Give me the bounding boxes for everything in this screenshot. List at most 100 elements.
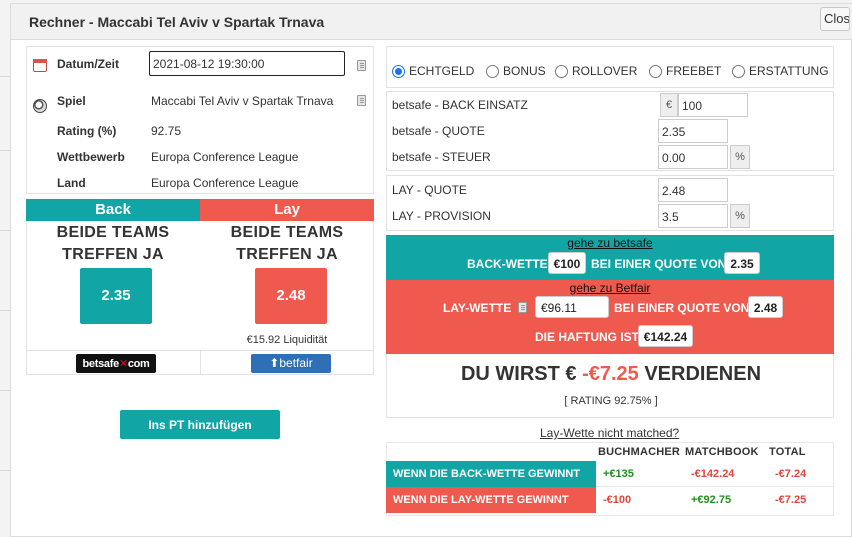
col-header-exchange: MATCHBOOK [685, 446, 759, 458]
lay-odds-box[interactable]: 2.48 [255, 268, 327, 324]
radio-button[interactable] [486, 65, 499, 78]
back-bet-label: BACK-WETTE [467, 257, 548, 271]
competition-label: Wettbewerb [57, 150, 125, 164]
lay-odds-label: LAY - QUOTE [392, 183, 467, 197]
currency-addon: € [660, 93, 678, 117]
lay-market: BEIDE TEAMS TREFFEN JA [200, 222, 374, 266]
lay-not-matched-link[interactable]: Lay-Wette nicht matched? [540, 426, 679, 440]
copy-icon[interactable] [357, 60, 366, 71]
country-row: Land Europa Conference League [27, 173, 375, 193]
lay-stake-pill[interactable]: €96.11 [535, 296, 609, 318]
modal-header: Rechner - Maccabi Tel Aviv v Spartak Trn… [11, 4, 852, 40]
back-stake-input[interactable]: 100 [678, 93, 748, 117]
copy-icon[interactable] [518, 302, 527, 313]
betfair-logo[interactable]: ⬆betfair [251, 354, 331, 373]
betfair-arrow-icon: ⬆ [269, 356, 280, 370]
rating-line: [ RATING 92.75% ] [564, 395, 658, 407]
radio-label: ROLLOVER [572, 64, 638, 78]
lay-market-line1: BEIDE TEAMS [230, 224, 344, 241]
radio-button[interactable] [732, 65, 745, 78]
at-odds-label: BEI EINER QUOTE VON [591, 257, 727, 271]
liability-pill: €142.24 [638, 325, 693, 347]
back-odds-input[interactable]: 2.35 [658, 119, 728, 143]
result-panel: DU WIRST € -€7.25 VERDIENEN [ RATING 92.… [386, 354, 834, 418]
cell-exchange: -€142.24 [691, 468, 735, 480]
datetime-input[interactable]: 2021-08-12 19:30:00 [149, 51, 345, 76]
col-header-bookmaker: BUCHMACHER [598, 446, 681, 458]
backdrop-divider [0, 470, 10, 471]
backdrop-divider [0, 310, 10, 311]
game-label: Spiel [57, 94, 86, 108]
country-label: Land [57, 176, 86, 190]
tax-label: betsafe - STEUER [392, 150, 491, 164]
goto-betfair-link[interactable]: gehe zu Betfair [386, 281, 834, 295]
row-label-back-wins: WENN DIE BACK-WETTE GEWINNT [386, 461, 596, 487]
tax-input[interactable]: 0.00 [658, 145, 728, 169]
competition-value: Europa Conference League [151, 150, 299, 164]
back-odds-box[interactable]: 2.35 [80, 268, 152, 324]
lay-liquidity: €15.92 Liquidität [246, 334, 328, 346]
percent-addon: % [730, 204, 750, 228]
radio-button-checked[interactable] [392, 65, 405, 78]
betsafe-logo[interactable]: betsafe✕com [76, 354, 156, 373]
goto-betsafe-link[interactable]: gehe zu betsafe [386, 236, 834, 250]
profit-summary: DU WIRST € -€7.25 VERDIENEN [387, 363, 835, 386]
back-market-line1: BEIDE TEAMS [56, 224, 170, 241]
competition-row: Wettbewerb Europa Conference League [27, 147, 375, 167]
game-value: Maccabi Tel Aviv v Spartak Trnava [151, 94, 334, 108]
betsafe-logo-text: betsafe [82, 358, 119, 370]
cell-bookmaker: -€100 [603, 494, 632, 506]
liability-label: DIE HAFTUNG IST [535, 330, 639, 344]
lay-bet-label: LAY-WETTE [443, 301, 512, 315]
backdrop-divider [0, 76, 10, 77]
cell-total: -€7.25 [775, 494, 807, 506]
profit-prefix: DU WIRST € [460, 363, 577, 385]
datetime-label: Datum/Zeit [57, 57, 120, 71]
betsafe-logo-mark: ✕ [118, 358, 128, 370]
close-button[interactable]: Close [820, 7, 850, 31]
cell-total: -€7.24 [775, 468, 807, 480]
backdrop-divider [0, 150, 10, 151]
rating-label: Rating (%) [57, 124, 117, 138]
back-odds-pill: 2.35 [724, 252, 760, 274]
table-row: WENN DIE BACK-WETTE GEWINNT +€135 -€142.… [386, 461, 834, 487]
commission-label: LAY - PROVISION [392, 209, 491, 223]
profit-amount: -€7.25 [582, 363, 639, 385]
radio-label: BONUS [503, 64, 546, 78]
radio-label: FREEBET [666, 64, 722, 78]
back-odds-label: betsafe - QUOTE [392, 124, 485, 138]
percent-addon: % [730, 145, 750, 169]
backdrop-divider [0, 230, 10, 231]
lay-odds-input[interactable]: 2.48 [658, 178, 728, 202]
game-row: Spiel Maccabi Tel Aviv v Spartak Trnava [27, 91, 375, 111]
at-odds-label-lay: BEI EINER QUOTE VON [614, 301, 750, 315]
lay-heading: Lay [200, 199, 374, 221]
profit-suffix: VERDIENEN [644, 363, 762, 385]
backdrop-divider [0, 390, 10, 391]
modal-title: Rechner - Maccabi Tel Aviv v Spartak Trn… [29, 14, 325, 30]
rating-value: 92.75 [151, 124, 182, 138]
add-to-pt-button[interactable]: Ins PT hinzufügen [120, 410, 280, 439]
back-heading: Back [26, 199, 200, 221]
cell-bookmaker: +€135 [603, 468, 634, 480]
col-header-total: TOTAL [769, 446, 806, 458]
copy-icon[interactable] [357, 95, 366, 106]
radio-label: ERSTATTUNG [749, 64, 829, 78]
lay-market-line2: TREFFEN JA [236, 246, 338, 263]
back-market-line2: TREFFEN JA [62, 246, 164, 263]
radio-label: ECHTGELD [409, 64, 475, 78]
commission-input[interactable]: 3.5 [658, 204, 728, 228]
back-market: BEIDE TEAMS TREFFEN JA [26, 222, 200, 266]
cell-exchange: +€92.75 [691, 494, 732, 506]
back-stake-pill: €100 [548, 252, 586, 274]
event-info-panel: Datum/Zeit 2021-08-12 19:30:00 Spiel Mac… [26, 46, 374, 194]
betfair-logo-text: betfair [279, 356, 313, 370]
table-row: WENN DIE LAY-WETTE GEWINNT -€100 +€92.75… [386, 487, 834, 513]
lay-odds-pill: 2.48 [748, 296, 783, 318]
row-label-lay-wins: WENN DIE LAY-WETTE GEWINNT [386, 487, 596, 513]
radio-button[interactable] [555, 65, 568, 78]
radio-button[interactable] [649, 65, 662, 78]
rating-row: Rating (%) 92.75 [27, 121, 375, 141]
back-stake-label: betsafe - BACK EINSATZ [392, 98, 528, 112]
country-value: Europa Conference League [151, 176, 299, 190]
